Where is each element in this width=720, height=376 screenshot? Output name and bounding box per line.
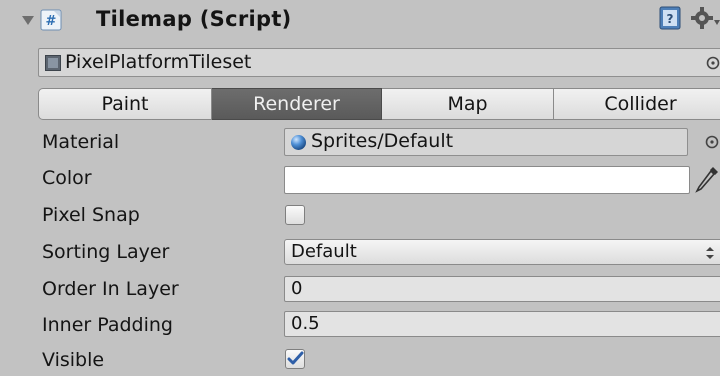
tab-map[interactable]: Map xyxy=(382,88,554,120)
order-in-layer-value: 0 xyxy=(291,278,303,299)
order-in-layer-input[interactable]: 0 xyxy=(284,276,720,302)
material-label: Material xyxy=(42,131,120,153)
inner-padding-label: Inner Padding xyxy=(42,314,173,336)
tileset-asset-icon xyxy=(45,55,61,71)
svg-text:?: ? xyxy=(667,12,674,26)
tab-paint[interactable]: Paint xyxy=(38,88,212,120)
pixel-snap-label: Pixel Snap xyxy=(42,204,140,226)
tab-renderer[interactable]: Renderer xyxy=(212,88,382,120)
svg-text:#: # xyxy=(46,14,57,29)
tileset-field[interactable]: PixelPlatformTileset xyxy=(38,48,720,77)
inner-padding-value: 0.5 xyxy=(291,313,320,334)
tab-collider[interactable]: Collider xyxy=(554,88,720,120)
tileset-value: PixelPlatformTileset xyxy=(65,51,252,73)
visible-checkbox[interactable] xyxy=(285,349,305,369)
material-value: Sprites/Default xyxy=(311,130,454,152)
order-in-layer-label: Order In Layer xyxy=(42,278,179,300)
color-label: Color xyxy=(42,167,92,189)
inner-padding-input[interactable]: 0.5 xyxy=(284,311,720,337)
material-sphere-icon xyxy=(291,135,306,150)
pixel-snap-checkbox[interactable] xyxy=(285,205,305,225)
sorting-layer-dropdown[interactable]: Default xyxy=(284,239,720,265)
component-title: Tilemap (Script) xyxy=(96,7,292,31)
sorting-layer-value: Default xyxy=(291,241,357,262)
fold-arrow-icon[interactable] xyxy=(22,16,34,25)
eyedropper-icon[interactable] xyxy=(694,164,720,194)
sorting-layer-label: Sorting Layer xyxy=(42,241,170,263)
component-header: # Tilemap (Script) ? xyxy=(0,0,720,44)
color-swatch-field[interactable] xyxy=(284,166,690,194)
object-picker-icon[interactable] xyxy=(703,133,720,151)
dropdown-arrows-icon xyxy=(706,247,714,259)
help-icon[interactable]: ? xyxy=(658,5,682,31)
gear-icon[interactable] xyxy=(690,4,720,34)
script-icon: # xyxy=(40,9,62,31)
renderer-tab-bar: Paint Renderer Map Collider xyxy=(38,88,720,120)
checkmark-icon xyxy=(287,351,304,365)
material-field[interactable]: Sprites/Default xyxy=(284,128,688,156)
visible-label: Visible xyxy=(42,349,105,371)
object-picker-icon[interactable] xyxy=(704,54,720,72)
